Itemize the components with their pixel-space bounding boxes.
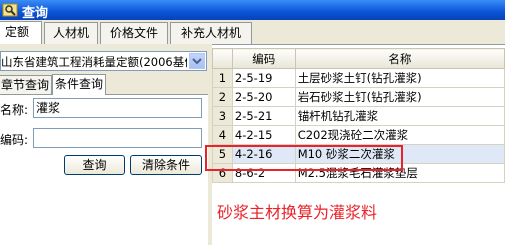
row-name: 锚杆机钻孔灌浆 [294, 106, 505, 126]
column-header-code[interactable]: 编码 [231, 48, 296, 69]
annotation-note: 砂浆主材换算为灌浆料 [217, 203, 378, 222]
tab-quota[interactable]: 定额 [0, 21, 42, 45]
row-name: 岩石砂浆土钉(钻孔灌浆) [294, 87, 505, 107]
name-label: 名称: [0, 103, 29, 117]
name-field[interactable]: 灌浆 [33, 98, 202, 118]
table-header: 编码 名称 [212, 48, 505, 69]
left-pane: 山东省建筑工程消耗量定额(2006基价 章节查询 条件查询 名称: 灌浆 编码:… [0, 44, 208, 245]
table-row[interactable]: 3 2-5-21 锚杆机钻孔灌浆 [212, 106, 505, 126]
condition-form: 名称: 灌浆 编码: 查询 清除条件 [0, 95, 208, 245]
search-window-icon [2, 3, 18, 17]
row-name: 土层砂浆土钉(钻孔灌浆) [294, 68, 505, 88]
row-code: 2-5-19 [231, 68, 296, 88]
row-number: 2 [212, 87, 233, 107]
quota-library-value: 山东省建筑工程消耗量定额(2006基价 [1, 55, 187, 69]
query-button[interactable]: 查询 [64, 155, 125, 175]
row-code: 4-2-15 [231, 125, 296, 145]
row-number: 3 [212, 106, 233, 126]
row-code: 2-5-20 [231, 87, 296, 107]
table-row[interactable]: 1 2-5-19 土层砂浆土钉(钻孔灌浆) [212, 68, 505, 88]
row-number: 1 [212, 68, 233, 88]
title-bar: 查询 [0, 0, 505, 21]
code-label: 编码: [0, 133, 29, 147]
code-field[interactable] [33, 128, 202, 148]
highlight-box [205, 145, 403, 171]
tab-labor-material-machine[interactable]: 人材机 [44, 22, 98, 44]
clear-conditions-button[interactable]: 清除条件 [130, 155, 202, 175]
column-header-rownum [212, 48, 233, 69]
top-tabs: 定额 人材机 价格文件 补充人材机 [0, 20, 505, 45]
tab-supplement-lmm[interactable]: 补充人材机 [170, 22, 252, 44]
quota-library-select[interactable]: 山东省建筑工程消耗量定额(2006基价 [0, 51, 207, 71]
window-title: 查询 [22, 6, 49, 21]
row-code: 2-5-21 [231, 106, 296, 126]
table-row[interactable]: 2 2-5-20 岩石砂浆土钉(钻孔灌浆) [212, 87, 505, 107]
query-mode-tabs: 章节查询 条件查询 [0, 74, 208, 95]
chevron-down-icon[interactable] [189, 53, 205, 69]
tab-chapter-query[interactable]: 章节查询 [0, 75, 53, 94]
column-header-name[interactable]: 名称 [294, 48, 505, 69]
table-row[interactable]: 4 4-2-15 C202现浇砼二次灌浆 [212, 125, 505, 145]
tab-price-file[interactable]: 价格文件 [100, 22, 168, 44]
tab-condition-query[interactable]: 条件查询 [52, 74, 107, 95]
row-name: C202现浇砼二次灌浆 [294, 125, 505, 145]
row-number: 4 [212, 125, 233, 145]
